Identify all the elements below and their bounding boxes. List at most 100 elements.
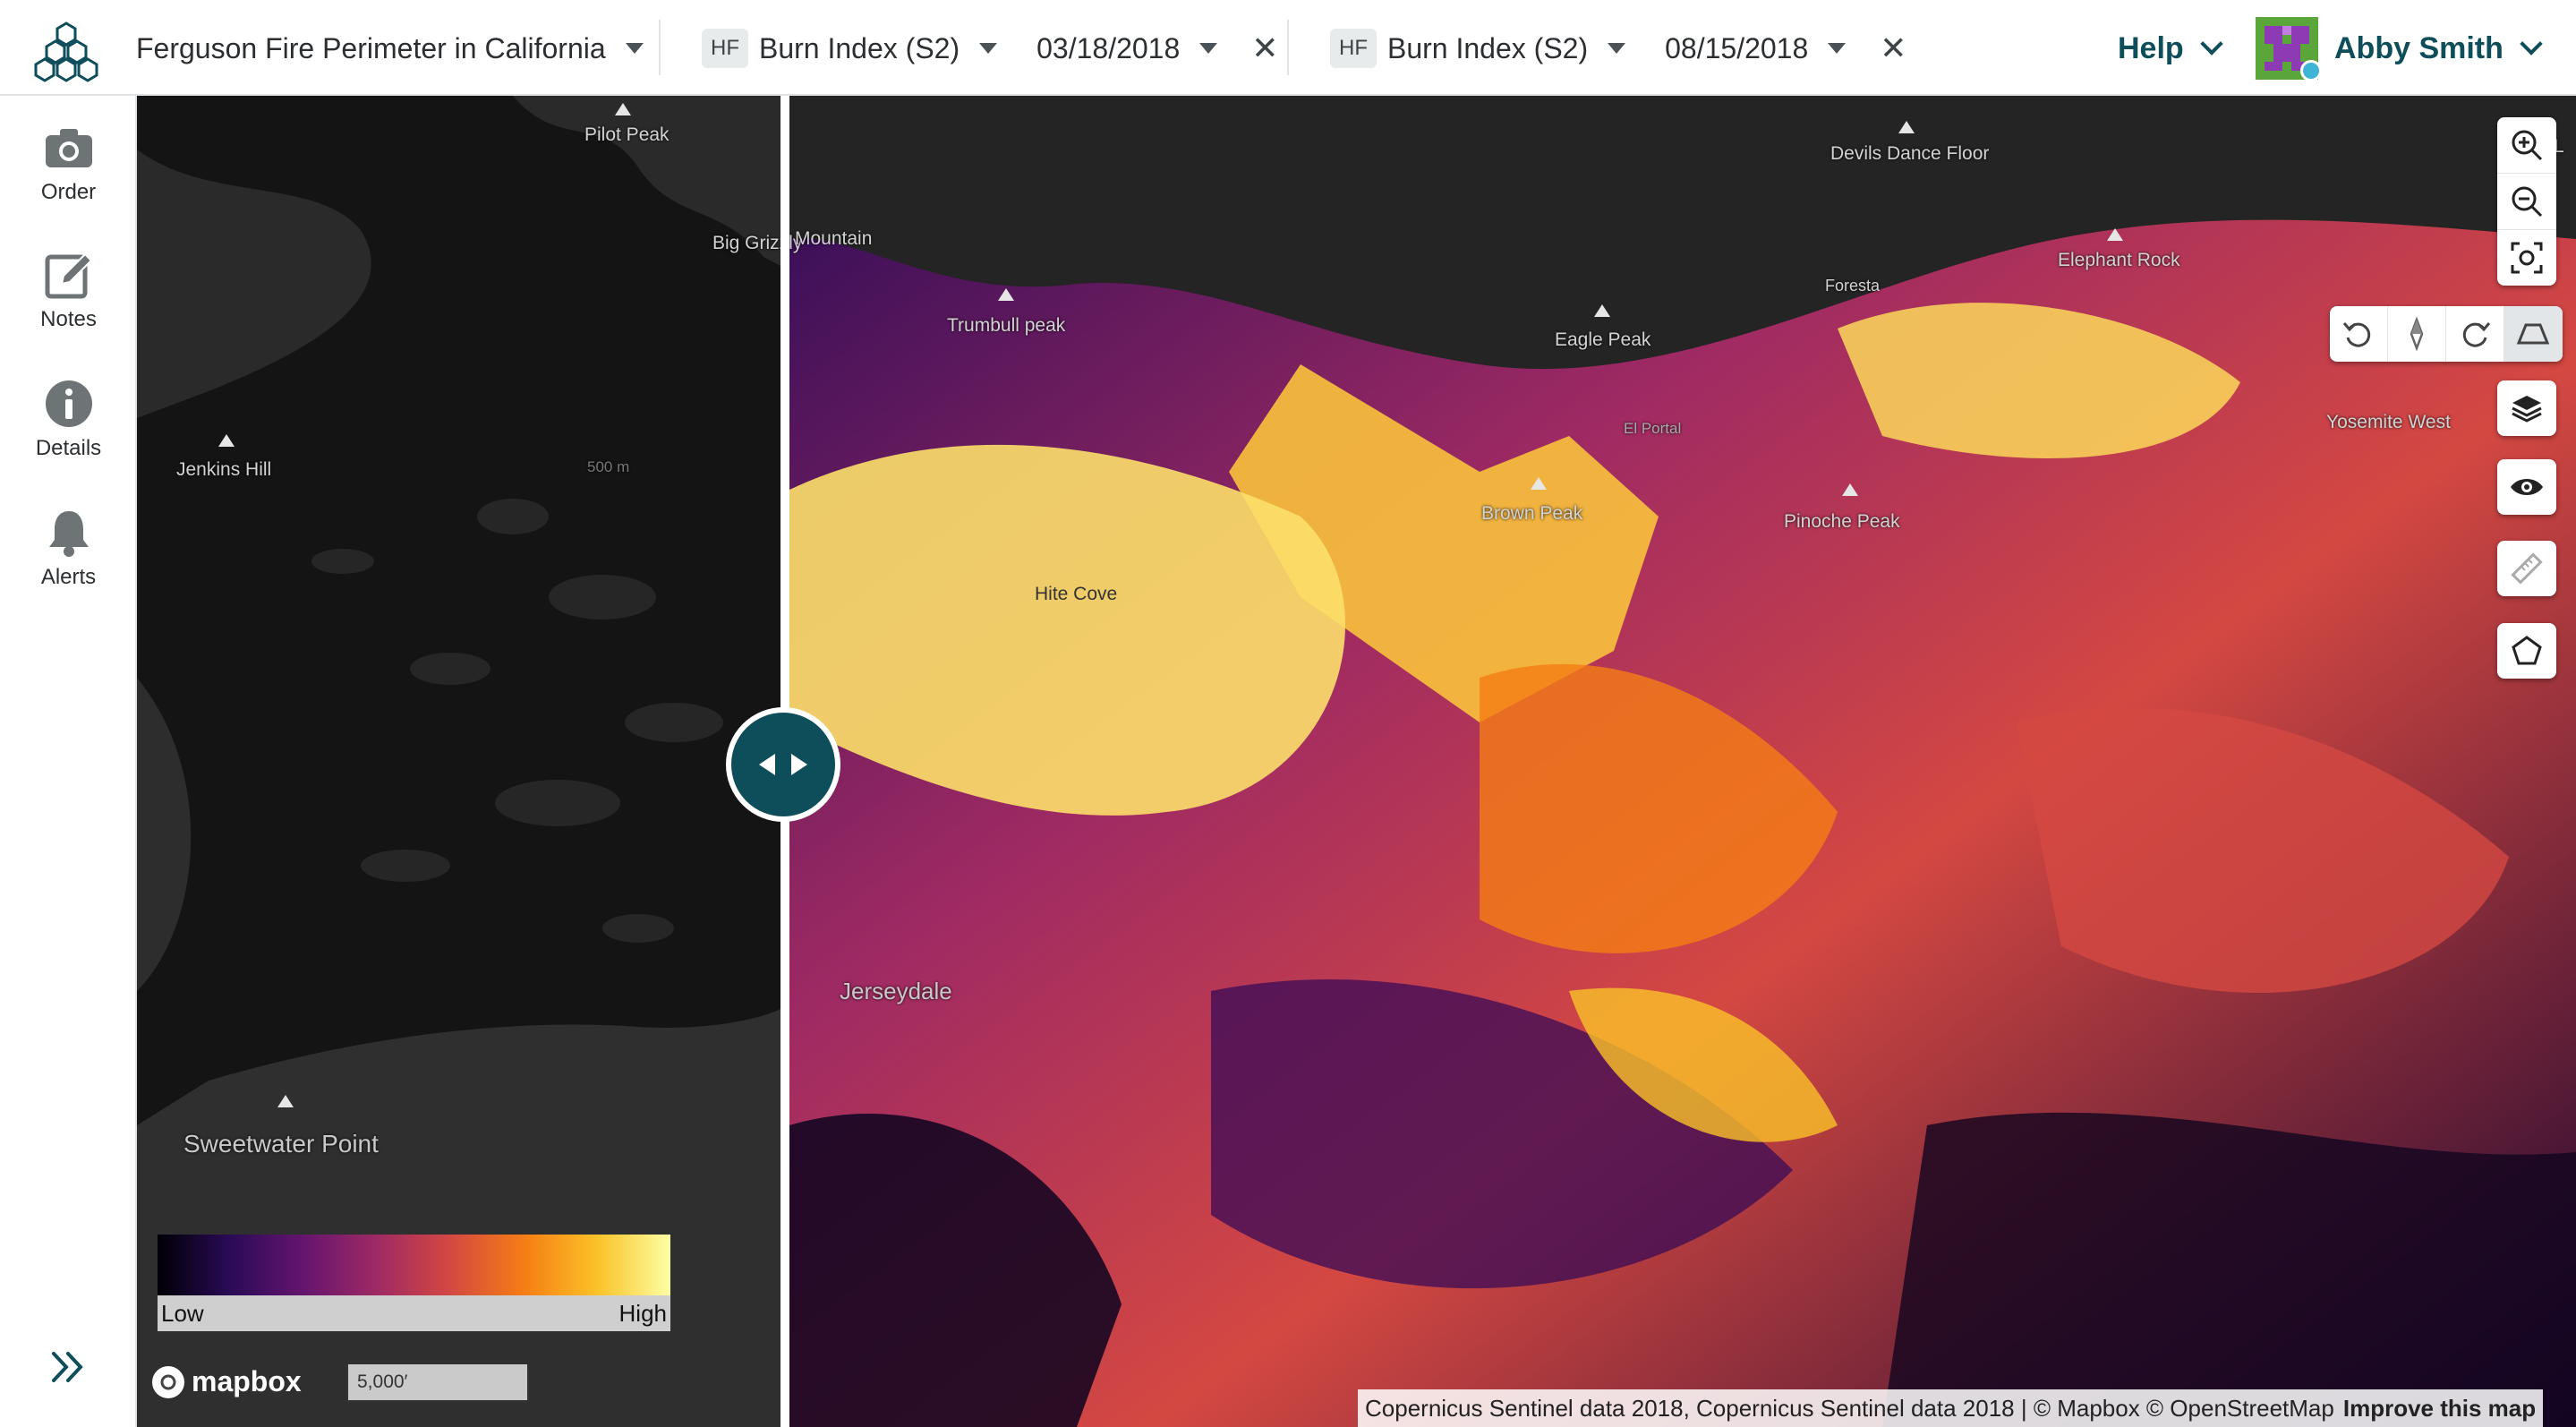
place-label: Hite Cove <box>1035 584 1118 604</box>
measure-button-wrap <box>2497 541 2556 596</box>
polygon-icon <box>2512 636 2542 665</box>
help-menu[interactable]: Help <box>2118 27 2223 70</box>
improve-map-link[interactable]: Improve this map <box>2343 1395 2536 1423</box>
top-bar: Ferguson Fire Perimeter in California HF… <box>0 0 2576 96</box>
place-label: Trumbull peak <box>947 315 1066 336</box>
place-label: Eagle Peak <box>1555 329 1651 350</box>
sidebar-item-label: Notes <box>40 307 97 331</box>
user-name: Abby Smith <box>2334 30 2503 65</box>
right-layer-control: HF Burn Index (S2) 08/15/2018 ✕ <box>1330 27 1906 70</box>
fit-extent-button[interactable] <box>2497 230 2556 286</box>
chevron-down-icon <box>2199 32 2223 56</box>
rotate-right-icon <box>2462 322 2491 347</box>
rotate-right-button[interactable] <box>2446 306 2504 362</box>
arrow-right-icon <box>791 754 807 775</box>
place-label: Jenkins Hill <box>176 459 272 480</box>
eye-icon <box>2511 479 2543 495</box>
peak-marker-icon <box>1531 477 1547 490</box>
contour-label: 500 m <box>587 458 630 475</box>
legend-low-label: Low <box>161 1299 204 1327</box>
peak-marker-icon <box>2107 228 2123 241</box>
peak-marker-icon <box>1594 304 1610 317</box>
peak-marker-icon <box>277 1095 294 1107</box>
compass-button[interactable] <box>2388 306 2446 362</box>
map-view[interactable]: Pilot Peak Big Grizzly Jenkins Hill 500 … <box>137 96 2576 1427</box>
avatar <box>2256 17 2322 81</box>
legend-labels: Low High <box>158 1295 670 1331</box>
info-icon <box>45 380 92 427</box>
caret-down-icon <box>1828 43 1847 54</box>
zoom-out-icon <box>2512 186 2543 218</box>
place-label: Brown Peak <box>1481 503 1583 524</box>
bell-icon <box>48 511 89 557</box>
visibility-button[interactable] <box>2497 459 2556 515</box>
right-layer-name: Burn Index (S2) <box>1387 31 1589 64</box>
legend-gradient <box>158 1235 670 1295</box>
left-layer-date: 03/18/2018 <box>1036 31 1181 64</box>
left-sidebar: Order Notes Details Alerts <box>0 96 137 1427</box>
camera-icon <box>45 129 92 167</box>
right-layer-close-icon[interactable]: ✕ <box>1880 32 1906 64</box>
layer-badge: HF <box>1330 29 1377 68</box>
map-canvas[interactable] <box>137 96 2576 1427</box>
zoom-out-button[interactable] <box>2497 174 2556 230</box>
place-label: Yosemite West <box>2326 412 2451 432</box>
map-attribution: Copernicus Sentinel data 2018, Copernicu… <box>1358 1389 2544 1427</box>
measure-button[interactable] <box>2497 541 2556 596</box>
online-status-icon <box>2300 60 2322 81</box>
place-label: Devils Dance Floor <box>1830 143 1990 164</box>
project-title: Ferguson Fire Perimeter in California <box>136 31 606 64</box>
place-label: Pilot Peak <box>584 124 670 145</box>
place-label: Sweetwater Point <box>183 1130 379 1158</box>
caret-down-icon <box>1608 43 1626 54</box>
help-label: Help <box>2118 30 2184 65</box>
sidebar-item-notes[interactable]: Notes <box>0 248 137 355</box>
edit-note-icon <box>45 252 92 299</box>
peak-marker-icon <box>218 434 235 447</box>
left-date-selector[interactable]: 03/18/2018 <box>1036 31 1218 65</box>
place-label: Elephant Rock <box>2058 250 2180 270</box>
hexagon-logo-icon[interactable] <box>34 18 98 82</box>
layers-icon <box>2512 396 2542 423</box>
project-selector[interactable]: Ferguson Fire Perimeter in California <box>136 27 644 70</box>
left-layer-close-icon[interactable]: ✕ <box>1251 32 1278 64</box>
scale-bar: 5,000′ <box>346 1364 529 1402</box>
sidebar-item-order[interactable]: Order <box>0 121 137 228</box>
chevron-down-icon <box>2520 32 2543 56</box>
rotation-controls <box>2330 306 2563 362</box>
zoom-in-button[interactable] <box>2497 117 2556 174</box>
rotate-left-button[interactable] <box>2330 306 2388 362</box>
compare-slider-handle[interactable] <box>726 707 840 822</box>
left-layer-selector[interactable]: Burn Index (S2) <box>759 31 998 65</box>
burn-index-legend: Low High <box>158 1235 670 1331</box>
visibility-button-wrap <box>2497 459 2556 515</box>
expand-sidebar-icon[interactable] <box>47 1345 91 1389</box>
place-label: Foresta <box>1825 277 1881 295</box>
compass-icon <box>2410 316 2424 352</box>
pitch-3d-button[interactable] <box>2504 306 2563 362</box>
mapbox-logo[interactable]: mapbox <box>152 1365 302 1398</box>
zoom-in-icon <box>2512 130 2543 161</box>
divider <box>1287 20 1289 75</box>
left-layer-control: HF Burn Index (S2) 03/18/2018 ✕ <box>702 27 1278 70</box>
mapbox-logo-icon <box>152 1365 184 1398</box>
place-label: El Portal <box>1624 420 1682 437</box>
place-label: Pinoche Peak <box>1784 511 1900 532</box>
right-layer-selector[interactable]: Burn Index (S2) <box>1387 31 1626 65</box>
sidebar-item-details[interactable]: Details <box>0 377 137 484</box>
caret-down-icon <box>1199 43 1218 54</box>
place-label: Mountain <box>795 228 873 249</box>
caret-down-icon <box>979 43 998 54</box>
attribution-text: Copernicus Sentinel data 2018, Copernicu… <box>1365 1394 2334 1422</box>
draw-polygon-button[interactable] <box>2497 623 2556 679</box>
right-layer-date: 08/15/2018 <box>1665 31 1809 64</box>
sidebar-item-alerts[interactable]: Alerts <box>0 506 137 613</box>
layers-button[interactable] <box>2497 380 2556 436</box>
user-menu[interactable]: Abby Smith <box>2256 16 2543 81</box>
ruler-icon <box>2511 552 2543 585</box>
place-label: Jerseydale <box>840 978 952 1004</box>
right-date-selector[interactable]: 08/15/2018 <box>1665 31 1847 65</box>
caret-down-icon <box>625 43 644 54</box>
sidebar-item-label: Details <box>35 436 102 460</box>
left-layer-name: Burn Index (S2) <box>759 31 960 64</box>
